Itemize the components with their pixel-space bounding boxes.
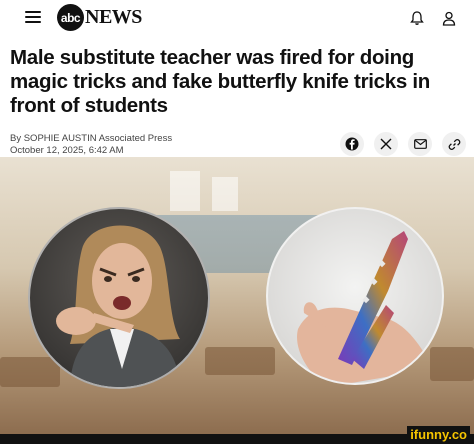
- footer-bar: [0, 434, 474, 444]
- article-byline-block: By SOPHIE AUSTIN Associated Press Octobe…: [10, 133, 172, 157]
- email-icon[interactable]: [408, 132, 432, 156]
- classroom-desk: [430, 347, 474, 381]
- logo-badge: abc: [57, 4, 84, 31]
- article-hero-image: [0, 157, 474, 434]
- angry-teacher-photo: [28, 207, 210, 389]
- publish-timestamp: October 12, 2025, 6:42 AM: [10, 145, 124, 156]
- classroom-desk: [205, 347, 275, 375]
- ifunny-watermark: ifunny.co: [407, 426, 470, 444]
- classroom-desk: [0, 357, 60, 387]
- classroom-window: [212, 177, 238, 211]
- abc-news-logo[interactable]: abc NEWS: [57, 4, 142, 31]
- hamburger-menu-icon[interactable]: [25, 11, 41, 23]
- bell-icon[interactable]: [406, 7, 428, 29]
- article-headline: Male substitute teacher was fired for do…: [10, 46, 430, 117]
- classroom-window: [170, 171, 200, 211]
- logo-wordmark: NEWS: [85, 6, 142, 28]
- share-toolbar: [340, 132, 466, 156]
- byline: By SOPHIE AUSTIN Associated Press: [10, 133, 173, 144]
- top-navigation-bar: abc NEWS: [0, 0, 474, 36]
- user-icon[interactable]: [438, 7, 460, 29]
- facebook-icon[interactable]: [340, 132, 364, 156]
- x-icon[interactable]: [374, 132, 398, 156]
- link-icon[interactable]: [442, 132, 466, 156]
- butterfly-knife-photo: [266, 207, 444, 385]
